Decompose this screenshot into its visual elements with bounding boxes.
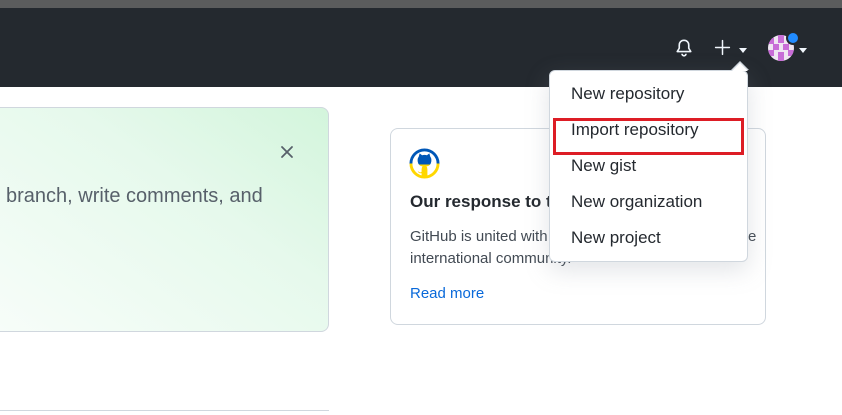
browser-top-strip [0,0,842,8]
news-body-line: GitHub is united with [410,228,548,245]
menu-item-new-repository[interactable]: New repository [550,76,747,112]
caret-down-icon[interactable] [739,48,747,53]
plus-icon [714,39,731,56]
octocat-ukraine-icon [409,148,440,179]
menu-item-new-project[interactable]: New project [550,220,747,256]
notifications-button[interactable] [674,38,694,58]
next-card-edge [0,410,329,415]
dismiss-banner-button[interactable] [280,145,294,159]
news-body-line: international community. [410,250,572,267]
caret-down-icon[interactable] [799,48,807,53]
welcome-banner: branch, write comments, and [0,107,329,332]
create-dropdown-menu: New repository Import repository New gis… [549,70,748,262]
menu-item-import-repository[interactable]: Import repository [550,112,747,148]
create-new-button[interactable] [714,39,731,56]
status-dot [786,31,800,45]
menu-item-new-organization[interactable]: New organization [550,184,747,220]
close-icon [281,146,293,158]
news-body-fragment: e [748,228,757,245]
menu-item-new-gist[interactable]: New gist [550,148,747,184]
banner-text: branch, write comments, and [6,185,263,207]
news-title: Our response to t [410,192,552,211]
read-more-link[interactable]: Read more [410,283,484,305]
menu-caret-fill [732,63,748,71]
bell-icon [676,39,692,57]
